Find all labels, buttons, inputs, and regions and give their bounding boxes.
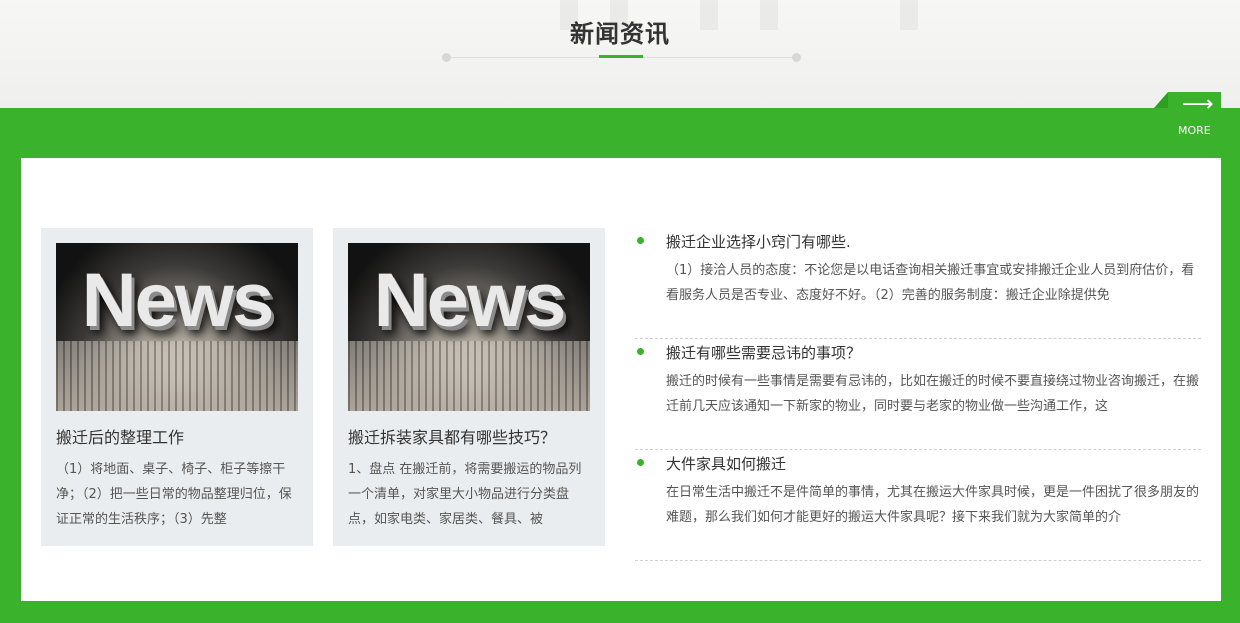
news-image-text: News xyxy=(81,258,275,343)
news-image-text: News xyxy=(373,258,567,343)
news-list-item[interactable]: 搬迁企业选择小窍门有哪些. （1）接洽人员的态度：不论您是以电话查询相关搬迁事宜… xyxy=(635,228,1201,339)
news-item-title[interactable]: 大件家具如何搬迁 xyxy=(666,453,786,474)
section-title: 新闻资讯 xyxy=(570,20,670,48)
news-card-summary: 1、盘点 在搬迁前，将需要搬运的物品列一个清单，对家里大小物品进行分类盘点，如家… xyxy=(348,462,582,527)
title-divider-dot xyxy=(442,53,451,62)
newspaper-texture xyxy=(348,341,590,411)
more-button[interactable]: ⟶ MORE xyxy=(1154,92,1221,147)
news-item-summary: （1）接洽人员的态度：不论您是以电话查询相关搬迁事宜或安排搬迁企业人员到府估价，… xyxy=(666,263,1195,303)
news-card-title[interactable]: 搬迁拆装家具都有哪些技巧？ xyxy=(348,424,590,448)
news-list-item[interactable]: 搬迁有哪些需要忌讳的事项？ 搬迁的时候有一些事情是需要有忌讳的，比如在搬迁的时候… xyxy=(635,339,1201,450)
news-card-summary: （1）将地面、桌子、椅子、柜子等擦干净；（2）把一些日常的物品整理归位，保证正常… xyxy=(56,462,292,527)
news-card[interactable]: News 搬迁后的整理工作 （1）将地面、桌子、椅子、柜子等擦干净；（2）把一些… xyxy=(41,228,313,546)
news-item-title[interactable]: 搬迁企业选择小窍门有哪些. xyxy=(666,231,851,252)
title-accent-bar xyxy=(599,55,643,58)
bullet-dot-icon xyxy=(637,459,644,466)
bullet-dot-icon xyxy=(637,348,644,355)
news-item-title[interactable]: 搬迁有哪些需要忌讳的事项？ xyxy=(666,342,861,363)
news-image: News xyxy=(348,243,590,411)
news-list: 搬迁企业选择小窍门有哪些. （1）接洽人员的态度：不论您是以电话查询相关搬迁事宜… xyxy=(635,228,1201,561)
news-item-summary: 在日常生活中搬迁不是件简单的事情，尤其在搬运大件家具时候，更是一件困扰了很多朋友… xyxy=(666,485,1200,525)
news-card-title[interactable]: 搬迁后的整理工作 xyxy=(56,424,298,448)
bullet-dot-icon xyxy=(637,237,644,244)
newspaper-texture xyxy=(56,341,298,411)
arrow-right-icon: ⟶ xyxy=(1182,92,1214,117)
news-card[interactable]: News 搬迁拆装家具都有哪些技巧？ 1、盘点 在搬迁前，将需要搬运的物品列一个… xyxy=(333,228,605,546)
news-image: News xyxy=(56,243,298,411)
title-divider-dot xyxy=(792,53,801,62)
news-list-item[interactable]: 大件家具如何搬迁 在日常生活中搬迁不是件简单的事情，尤其在搬运大件家具时候，更是… xyxy=(635,450,1201,561)
news-item-summary: 搬迁的时候有一些事情是需要有忌讳的，比如在搬迁的时候不要直接绕过物业咨询搬迁，在… xyxy=(666,374,1200,414)
more-label: MORE xyxy=(1178,124,1211,137)
news-panel: News 搬迁后的整理工作 （1）将地面、桌子、椅子、柜子等擦干净；（2）把一些… xyxy=(21,158,1221,601)
